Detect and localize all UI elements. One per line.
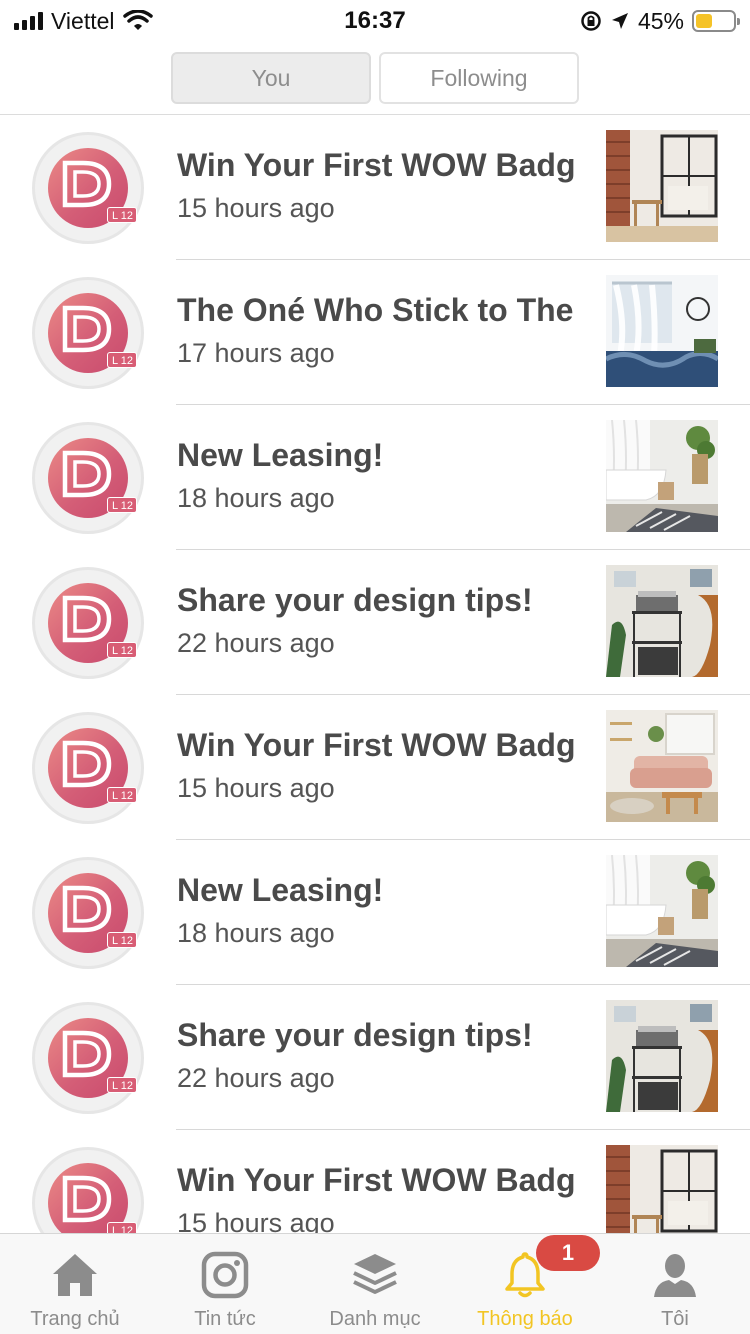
- notification-thumbnail[interactable]: [606, 420, 718, 532]
- notification-thumbnail[interactable]: [606, 1000, 718, 1112]
- notification-list[interactable]: L 12 Win Your First WOW Badge! 15 hours ag…: [0, 115, 750, 1233]
- battery-percent: 45%: [637, 7, 684, 34]
- notification-title: Win Your First WOW Badge!: [177, 727, 575, 763]
- notification-thumbnail[interactable]: [606, 855, 718, 967]
- segment-you[interactable]: You: [171, 52, 371, 104]
- tab-notifications[interactable]: Thông báo 1: [450, 1234, 600, 1334]
- avatar[interactable]: L 12: [32, 712, 144, 824]
- notification-title: Win Your First WOW Badge!: [177, 1162, 575, 1198]
- home-icon: [53, 1254, 97, 1296]
- avatar[interactable]: L 12: [32, 1002, 144, 1114]
- notification-thumbnail[interactable]: [606, 1145, 718, 1233]
- battery-icon: [692, 10, 740, 32]
- avatar[interactable]: L 12: [32, 277, 144, 389]
- avatar[interactable]: L 12: [32, 857, 144, 969]
- notification-title: Share your design tips!: [177, 582, 533, 618]
- notification-time: 17 hours ago: [177, 338, 335, 368]
- status-right: 45%: [580, 7, 740, 34]
- tab-profile[interactable]: Tôi: [600, 1234, 750, 1334]
- tab-categories[interactable]: Danh mục: [300, 1234, 450, 1334]
- notification-thumbnail[interactable]: [606, 565, 718, 677]
- tab-label: Tôi: [661, 1308, 689, 1330]
- segment-following[interactable]: Following: [379, 52, 579, 104]
- avatar-level-badge: L 12: [107, 497, 137, 513]
- notification-thumbnail[interactable]: [606, 275, 718, 387]
- notification-time: 15 hours ago: [177, 1208, 335, 1233]
- tab-label: Trang chủ: [30, 1308, 120, 1330]
- avatar[interactable]: L 12: [32, 132, 144, 244]
- notification-time: 22 hours ago: [177, 1063, 335, 1093]
- avatar[interactable]: L 12: [32, 567, 144, 679]
- notification-time: 18 hours ago: [177, 918, 335, 948]
- notification-title: The Oné Who Stick to The End: [177, 292, 575, 328]
- tab-label: Danh mục: [329, 1308, 421, 1330]
- notification-row[interactable]: L 12 New Leasing! 18 hours ago: [0, 405, 750, 550]
- notification-row[interactable]: L 12 Win Your First WOW Badge! 15 hours ag…: [0, 695, 750, 840]
- notification-thumbnail[interactable]: [606, 130, 718, 242]
- avatar-level-badge: L 12: [107, 787, 137, 803]
- tab-news[interactable]: Tin tức: [150, 1234, 300, 1334]
- notification-title: Win Your First WOW Badge!: [177, 147, 575, 183]
- avatar[interactable]: L 12: [32, 1147, 144, 1233]
- notification-time: 18 hours ago: [177, 483, 335, 513]
- segment-control: You Following: [171, 52, 579, 104]
- avatar-level-badge: L 12: [107, 1077, 137, 1093]
- notification-row[interactable]: L 12 Share your design tips! 22 hours ago: [0, 550, 750, 695]
- notification-row[interactable]: L 12 The Oné Who Stick to The End 17 hours…: [0, 260, 750, 405]
- avatar-level-badge: L 12: [107, 207, 137, 223]
- layers-icon: [353, 1254, 397, 1294]
- orientation-lock-icon: [581, 11, 601, 31]
- tab-bar: Trang chủ Tin tức Danh mục Thông báo 1 T…: [0, 1233, 750, 1334]
- notification-time: 15 hours ago: [177, 193, 335, 223]
- avatar-level-badge: L 12: [107, 1222, 137, 1233]
- notification-row[interactable]: L 12 New Leasing! 18 hours ago: [0, 840, 750, 985]
- user-icon: [654, 1254, 696, 1297]
- instagram-icon: [201, 1251, 249, 1299]
- notification-title: Share your design tips!: [177, 1017, 533, 1053]
- notification-row[interactable]: L 12 Share your design tips! 22 hours ago: [0, 985, 750, 1130]
- notification-count-badge: 1: [536, 1235, 600, 1271]
- status-bar: Viettel 16:37 45%: [0, 0, 750, 44]
- notification-title: New Leasing!: [177, 437, 384, 473]
- notification-thumbnail[interactable]: [606, 710, 718, 822]
- location-arrow-icon: [611, 13, 628, 29]
- tab-home[interactable]: Trang chủ: [0, 1234, 150, 1334]
- avatar[interactable]: L 12: [32, 422, 144, 534]
- notification-title: New Leasing!: [177, 872, 384, 908]
- avatar-level-badge: L 12: [107, 932, 137, 948]
- notification-time: 15 hours ago: [177, 773, 335, 803]
- notification-row[interactable]: L 12 Win Your First WOW Badge! 15 hours ag…: [0, 115, 750, 260]
- avatar-level-badge: L 12: [107, 642, 137, 658]
- tab-label: Tin tức: [194, 1308, 256, 1330]
- avatar-level-badge: L 12: [107, 352, 137, 368]
- battery-level-fill: [696, 14, 713, 28]
- notification-time: 22 hours ago: [177, 628, 335, 658]
- notification-row[interactable]: L 12 Win Your First WOW Badge! 15 hours ag…: [0, 1130, 750, 1233]
- tab-label: Thông báo: [477, 1308, 573, 1330]
